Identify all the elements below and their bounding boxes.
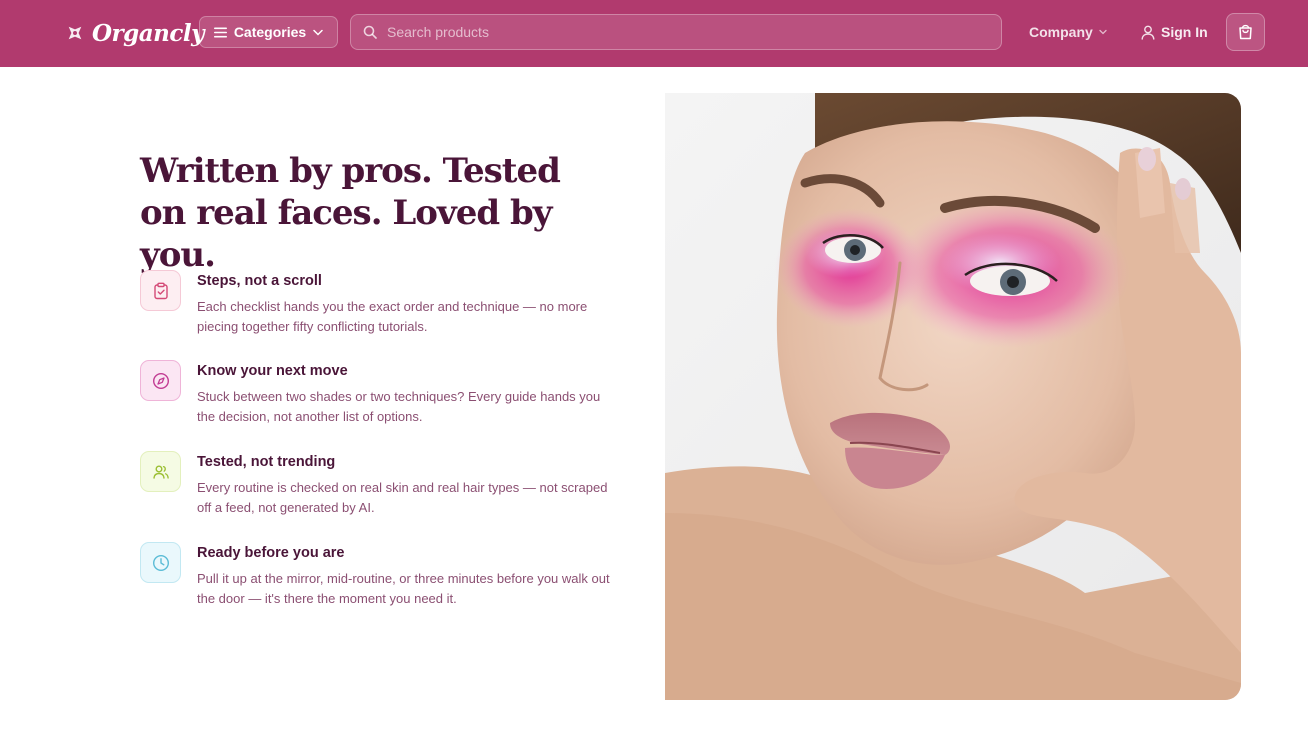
categories-button[interactable]: Categories (199, 16, 338, 48)
feature-icon-box (140, 270, 181, 311)
feature-icon-box (140, 451, 181, 492)
chevron-down-icon (1099, 29, 1107, 35)
feature-description: Stuck between two shades or two techniqu… (197, 389, 601, 424)
chevron-down-icon (313, 29, 323, 36)
brand-logo[interactable]: Organcly (66, 17, 204, 49)
sign-in-label: Sign In (1161, 24, 1208, 40)
feature-title: Tested, not trending (197, 454, 336, 470)
menu-icon (213, 27, 227, 37)
sign-in-link[interactable]: Sign In (1141, 22, 1208, 42)
shopping-bag-icon (1239, 24, 1252, 40)
feature-title: Know your next move (197, 363, 348, 379)
compass-icon (152, 372, 169, 389)
users-icon (152, 465, 169, 479)
search-icon (363, 25, 377, 39)
top-navbar: Organcly Categories Company Sign In (0, 0, 1308, 67)
feature-icon-box (140, 360, 181, 401)
sparkle-logo-icon (68, 26, 82, 40)
clipboard-check-icon (153, 282, 168, 299)
user-icon (1141, 25, 1155, 40)
hero-portrait-image (665, 93, 1241, 700)
feature-title: Steps, not a scroll (197, 273, 322, 289)
feature-description: Every routine is checked on real skin an… (197, 480, 608, 515)
search-input[interactable] (387, 15, 1001, 49)
company-menu[interactable]: Company (1029, 22, 1107, 42)
portrait-illustration (665, 93, 1241, 700)
feature-icon-box (140, 542, 181, 583)
brand-name: Organcly (92, 19, 204, 47)
cart-button[interactable] (1226, 13, 1265, 51)
page-headline: Written by pros. Tested on real faces. L… (140, 151, 561, 275)
search-bar (350, 14, 1002, 50)
categories-label: Categories (233, 24, 307, 40)
company-label: Company (1029, 24, 1093, 40)
feature-title: Ready before you are (197, 545, 345, 561)
clock-icon (152, 554, 169, 571)
feature-description: Each checklist hands you the exact order… (197, 299, 588, 334)
feature-description: Pull it up at the mirror, mid-routine, o… (197, 571, 610, 606)
